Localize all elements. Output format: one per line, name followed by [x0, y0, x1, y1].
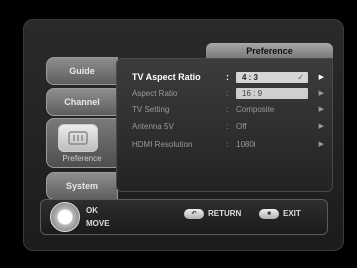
- setting-value: 16 : 9: [242, 88, 263, 98]
- setting-row-tv-aspect-ratio[interactable]: TV Aspect Ratio : 4 : 3 ✓ ▶: [132, 71, 328, 83]
- ok-hint: OK: [86, 206, 98, 215]
- setting-label: Aspect Ratio: [132, 88, 178, 98]
- arrow-right-icon[interactable]: ▶: [319, 140, 324, 148]
- setting-colon: :: [226, 104, 229, 114]
- setting-value: Off: [236, 121, 247, 131]
- setting-colon: :: [226, 88, 229, 98]
- setting-row-aspect-ratio[interactable]: Aspect Ratio : 16 : 9 ▶: [132, 87, 328, 99]
- tv-menu-screen: Guide Channel Preference System Preferen…: [0, 0, 357, 268]
- arrow-right-icon[interactable]: ▶: [319, 122, 324, 130]
- setting-value: 1080i: [236, 139, 256, 149]
- exit-button[interactable]: ■ EXIT: [259, 207, 301, 220]
- setting-label: HDMI Resolution: [132, 139, 193, 149]
- return-icon: ↶: [184, 208, 204, 219]
- sidebar-item-guide[interactable]: Guide: [46, 57, 118, 85]
- exit-label: EXIT: [283, 209, 301, 218]
- arrow-right-icon[interactable]: ▶: [319, 89, 324, 97]
- setting-row-tv-setting[interactable]: TV Setting : Composite ▶: [132, 103, 328, 115]
- sidebar-item-label: Channel: [64, 97, 100, 107]
- setting-row-hdmi-resolution[interactable]: HDMI Resolution : 1080i ▶: [132, 138, 328, 150]
- page-title: Preference: [206, 43, 333, 58]
- setting-row-antenna-5v[interactable]: Antenna 5V : Off ▶: [132, 120, 328, 132]
- setting-value: 4 : 3: [242, 72, 259, 82]
- sidebar-item-label: System: [65, 181, 99, 191]
- sidebar-item-label: Preference: [62, 154, 102, 163]
- sidebar-item-label: Guide: [69, 66, 95, 76]
- sidebar-item-channel[interactable]: Channel: [46, 88, 118, 116]
- setting-label: TV Setting: [132, 104, 170, 114]
- check-icon: ✓: [297, 72, 304, 82]
- setting-colon: :: [226, 121, 229, 131]
- setting-colon: :: [226, 72, 229, 82]
- tv-aspect-ratio-select[interactable]: 4 : 3 ✓: [236, 71, 308, 83]
- arrow-right-icon[interactable]: ▶: [319, 105, 324, 113]
- nav-pad-icon: [50, 202, 80, 232]
- setting-value: Composite: [236, 104, 275, 114]
- setting-label: Antenna 5V: [132, 121, 174, 131]
- aspect-ratio-select[interactable]: 16 : 9: [236, 87, 308, 99]
- preference-glyph-icon: [68, 131, 88, 145]
- move-hint: MOVE: [86, 219, 110, 228]
- exit-icon: ■: [259, 208, 279, 219]
- setting-colon: :: [226, 139, 229, 149]
- sidebar-item-system[interactable]: System: [46, 172, 118, 200]
- arrow-right-icon[interactable]: ▶: [319, 73, 324, 81]
- return-label: RETURN: [208, 209, 242, 218]
- preference-icon: [58, 124, 98, 152]
- return-button[interactable]: ↶ RETURN: [184, 207, 241, 220]
- page-title-label: Preference: [246, 45, 293, 56]
- setting-label: TV Aspect Ratio: [132, 72, 201, 82]
